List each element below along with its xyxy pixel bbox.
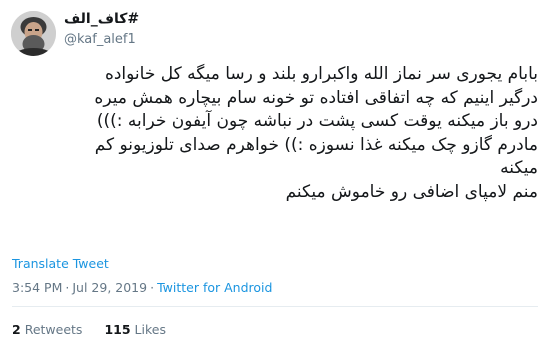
tweet-text-line: بابام یجوری سر نماز الله واکبرارو بلند و… [104, 64, 538, 84]
tweet-text-line: درگیر اینیم که چه اتفاقی افتاده تو خونه … [94, 87, 538, 108]
likes-count: 115 [104, 322, 131, 337]
tweet-stats: 2 Retweets 115 Likes [12, 322, 188, 337]
display-name[interactable]: #کاف_الف [64, 11, 139, 27]
likes-label: Likes [134, 322, 166, 337]
tweet-text-line: میکنه [500, 158, 538, 178]
likes-stat[interactable]: 115 Likes [104, 322, 188, 337]
tweet-text-line: منم لامپای اضافی رو خاموش میکنم [285, 181, 538, 202]
tweet-text: بابام یجوری سر نماز الله واکبرارو بلند و… [12, 63, 538, 204]
tweet-text-line: مادرم گازو چک میکنه غذا نسوزه :)) خواهرم… [94, 134, 538, 155]
profile-photo-icon [11, 11, 56, 56]
meta-separator: · [150, 280, 155, 295]
retweets-stat[interactable]: 2 Retweets [12, 322, 104, 337]
avatar[interactable] [11, 11, 56, 56]
divider [12, 306, 538, 307]
client-link[interactable]: Twitter for Android [157, 280, 272, 295]
user-handle[interactable]: @kaf_alef1 [64, 32, 136, 47]
tweet-metadata: 3:54 PM · Jul 29, 2019 · Twitter for Android [12, 280, 272, 295]
tweet-card: #کاف_الف @kaf_alef1 بابام یجوری سر نماز … [0, 0, 550, 354]
retweets-count: 2 [12, 322, 21, 337]
translate-tweet-link[interactable]: Translate Tweet [12, 256, 109, 271]
retweets-label: Retweets [24, 322, 83, 337]
tweet-text-line: درو باز میکنه یوقت کسی پشت در نباشه چون … [96, 111, 538, 131]
meta-separator: · [65, 280, 70, 295]
tweet-date[interactable]: Jul 29, 2019 [72, 280, 147, 295]
tweet-time[interactable]: 3:54 PM [12, 280, 62, 295]
